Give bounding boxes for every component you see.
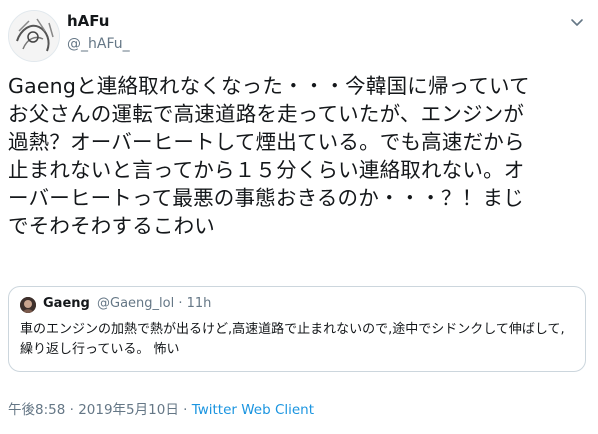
quoted-tweet[interactable]: Gaeng @Gaeng_lol · 11h 車のエンジンの加熱で熱が出るけど,… <box>8 286 586 372</box>
tweet-footer: 午後8:58 · 2019年5月10日 · Twitter Web Client <box>8 398 314 418</box>
avatar-photo-icon <box>20 297 36 313</box>
author-handle[interactable]: @_hAFu_ <box>67 36 130 52</box>
quoted-author-name: Gaeng <box>43 296 90 311</box>
avatar-sketch-icon <box>9 11 59 61</box>
quoted-tweet-text: 車のエンジンの加熱で熱が出るけど,高速道路で止まれないので,途中でシドンクして伸… <box>20 322 565 357</box>
quoted-author-meta: @Gaeng_lol · 11h <box>97 296 212 311</box>
tweet-client-link[interactable]: Twitter Web Client <box>192 402 314 418</box>
tweet-text: Gaengと連絡取れなくなった・・・今韓国に帰っていて お父さんの運転で高速道路… <box>8 74 530 238</box>
author-name[interactable]: hAFu <box>67 12 109 30</box>
author-avatar[interactable] <box>8 10 60 62</box>
chevron-down-icon[interactable] <box>569 14 585 30</box>
quoted-author-avatar <box>20 297 36 313</box>
tweet-timestamp[interactable]: 午後8:58 · 2019年5月10日 · <box>8 402 192 418</box>
